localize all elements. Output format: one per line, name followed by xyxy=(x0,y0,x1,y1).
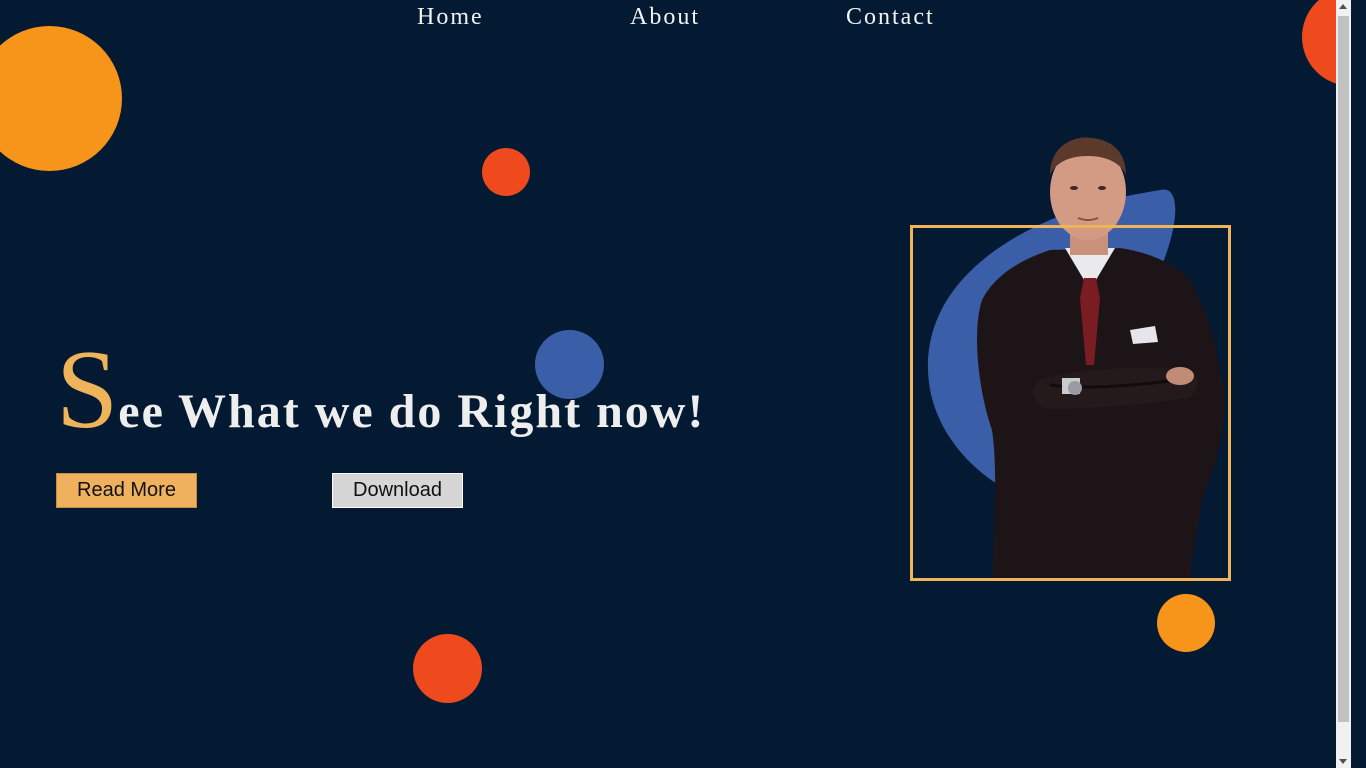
nav-about-link[interactable]: About xyxy=(630,4,700,31)
download-button[interactable]: Download xyxy=(332,473,463,508)
scrollbar-thumb[interactable] xyxy=(1338,16,1349,722)
decor-circle-red-bottom xyxy=(413,634,482,703)
decor-circle-orange-large xyxy=(0,26,122,171)
nav-contact-link[interactable]: Contact xyxy=(846,4,935,31)
scroll-down-arrow-icon[interactable] xyxy=(1339,759,1347,764)
scroll-up-arrow-icon[interactable] xyxy=(1339,4,1347,9)
decor-circle-orange-small xyxy=(1157,594,1215,652)
hero-headline: See What we do Right now! xyxy=(56,334,705,446)
landing-page: Home About Contact See What we do Right … xyxy=(0,0,1351,768)
nav-home-link[interactable]: Home xyxy=(417,4,484,31)
hero-image-frame xyxy=(910,225,1231,581)
headline-drop-cap: S xyxy=(56,328,119,452)
headline-text: ee What we do Right now! xyxy=(118,385,706,438)
vertical-scrollbar[interactable] xyxy=(1336,0,1351,768)
decor-circle-red-top xyxy=(482,148,530,196)
top-navigation: Home About Contact xyxy=(0,2,1351,36)
hero-image-area xyxy=(900,130,1240,590)
read-more-button[interactable]: Read More xyxy=(56,473,197,508)
